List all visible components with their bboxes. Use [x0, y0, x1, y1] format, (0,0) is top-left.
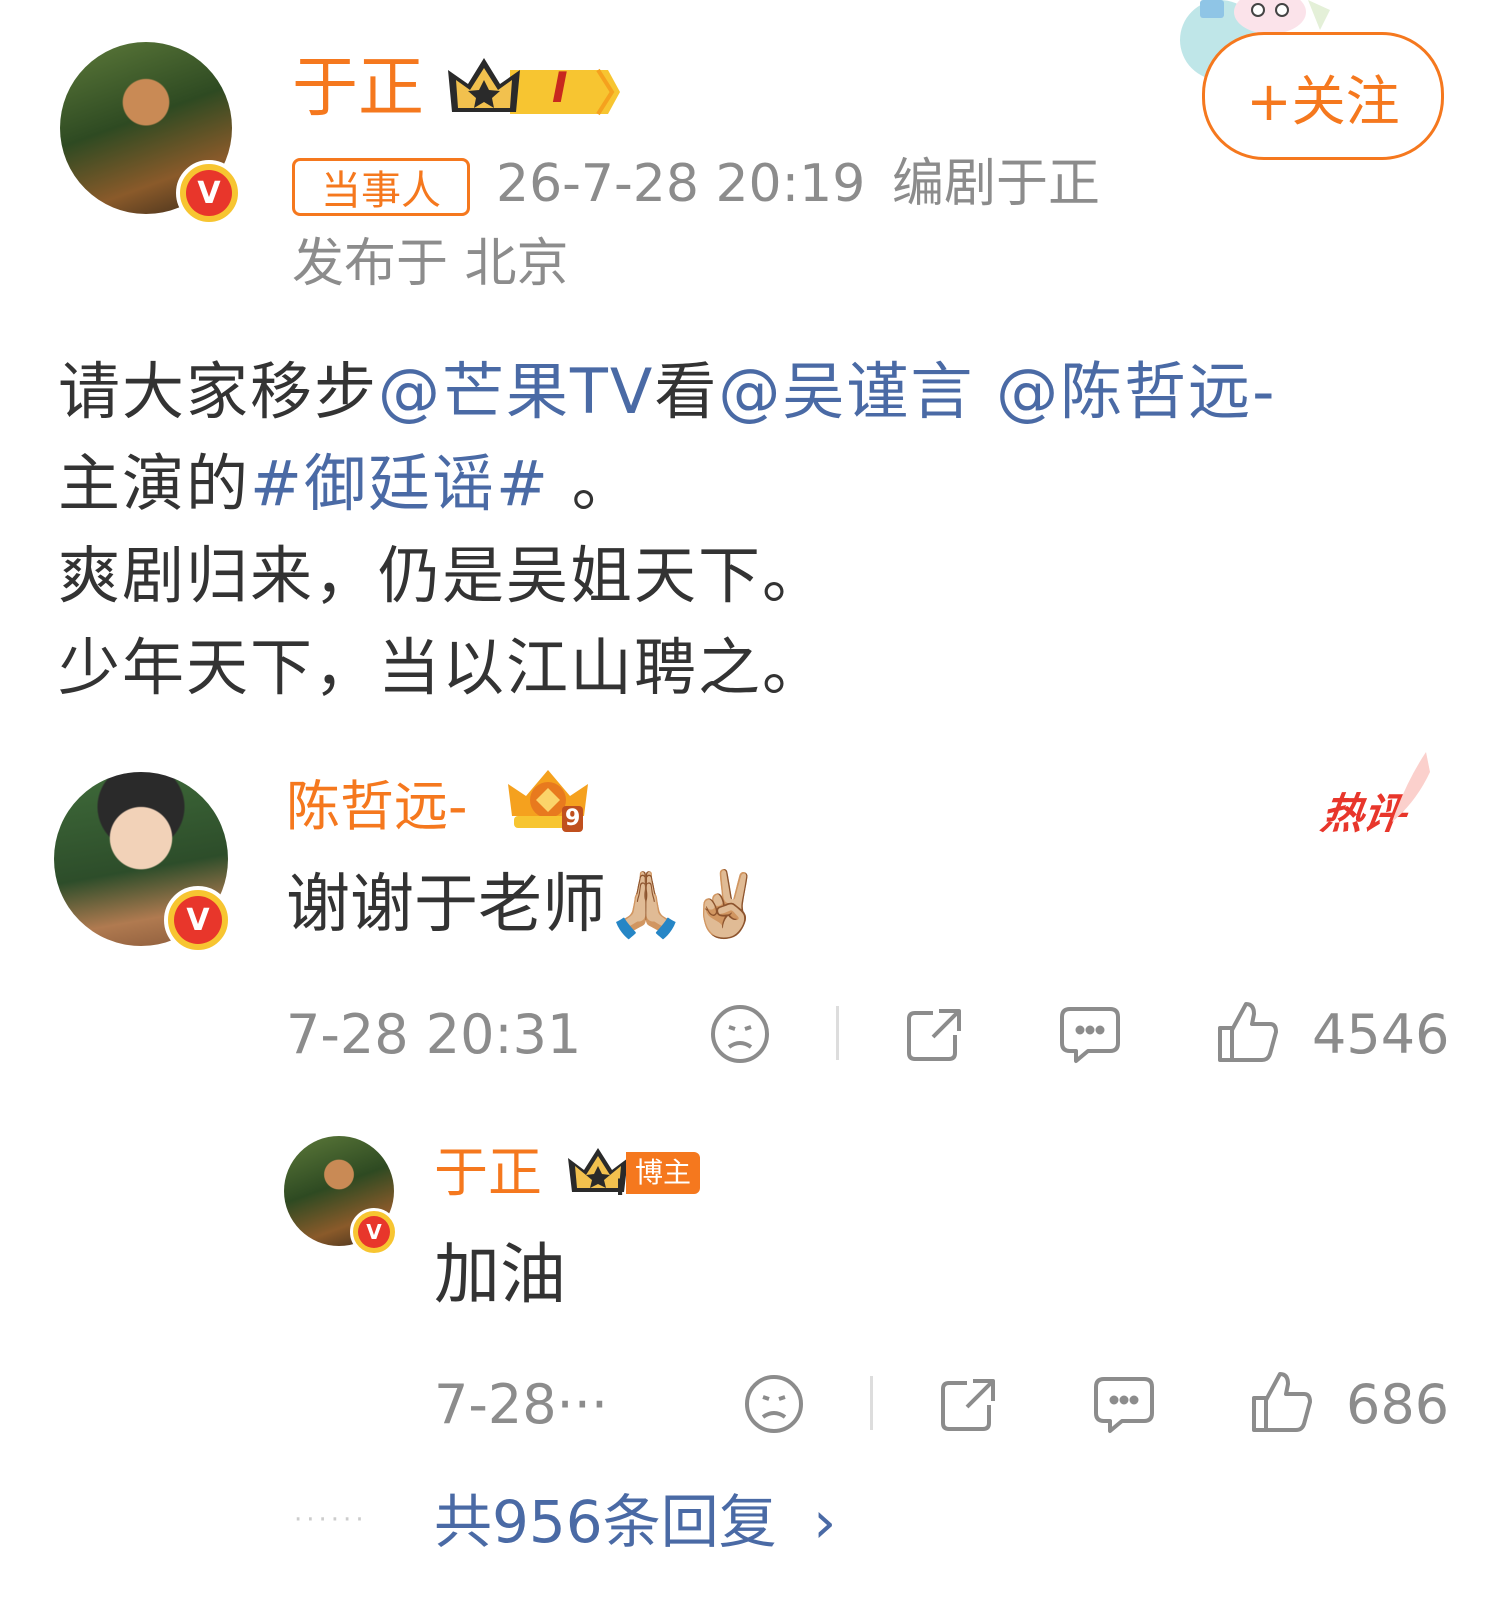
like-icon[interactable] [1214, 998, 1282, 1066]
hot-flame-icon [1386, 752, 1434, 828]
chevron-right-icon: › [813, 1488, 837, 1556]
post-source[interactable]: 编剧于正 [892, 152, 1100, 216]
post-content: 请大家移步@芒果TV看@吴谨言 @陈哲远- 主演的#御廷谣# 。 爽剧归来，仍是… [58, 346, 1458, 714]
fan-level-number: 9 [562, 806, 584, 832]
like-icon[interactable] [1248, 1368, 1316, 1436]
sad-face-icon[interactable] [706, 1000, 774, 1068]
verified-icon: V [350, 1208, 398, 1256]
verified-icon: V [176, 160, 242, 226]
reply-text: 加油 [434, 1236, 566, 1313]
mention-wujinyan[interactable]: @吴谨言 [718, 355, 974, 428]
reply-author-name[interactable]: 于正 [434, 1138, 542, 1208]
commenter-name[interactable]: 陈哲远- [286, 772, 468, 842]
post-time: 26-7-28 20:19 [496, 154, 866, 214]
post-line-4: 少年天下，当以江山聘之。 [58, 631, 827, 704]
share-icon[interactable] [934, 1370, 1002, 1438]
reply-time: 7-28··· [434, 1373, 609, 1436]
post-line-3: 爽剧归来，仍是吴姐天下。 [58, 539, 827, 612]
comment-icon[interactable] [1056, 1000, 1124, 1068]
level-badge: I [552, 63, 568, 112]
role-tag: 当事人 [292, 158, 470, 216]
more-replies-dots: ······ [294, 1505, 368, 1535]
crown-icon [448, 52, 620, 118]
comment-icon[interactable] [1090, 1370, 1158, 1438]
sad-face-icon[interactable] [740, 1370, 808, 1438]
follow-button[interactable]: +关注 [1202, 32, 1444, 160]
reply-level-badge: I [616, 1176, 625, 1201]
post-line-1: 请大家移步@芒果TV看@吴谨言 @陈哲远- [58, 355, 1277, 428]
post-location: 发布于 北京 [292, 234, 569, 294]
author-name[interactable]: 于正 [292, 48, 424, 128]
verified-icon: V [164, 886, 232, 954]
share-icon[interactable] [900, 1000, 968, 1068]
hashtag-link[interactable]: #御廷谣# [250, 447, 550, 520]
more-replies-label: 共956条回复 [434, 1488, 777, 1556]
comment-like-count: 4546 [1312, 1003, 1450, 1066]
mention-chenzheyuan[interactable]: @陈哲远- [996, 355, 1276, 428]
mention-mangotv[interactable]: @芒果TV [378, 355, 654, 428]
comment-text: 谢谢于老师🙏🏼✌🏼 [286, 868, 766, 942]
separator [836, 1006, 839, 1060]
separator [870, 1376, 873, 1430]
blogger-tag: 博主 [626, 1152, 700, 1194]
more-replies-link[interactable]: 共956条回复 › [434, 1484, 836, 1560]
comment-time: 7-28 20:31 [286, 1003, 582, 1066]
reply-like-count: 686 [1346, 1373, 1450, 1436]
post-line-2: 主演的#御廷谣# 。 [58, 447, 636, 520]
